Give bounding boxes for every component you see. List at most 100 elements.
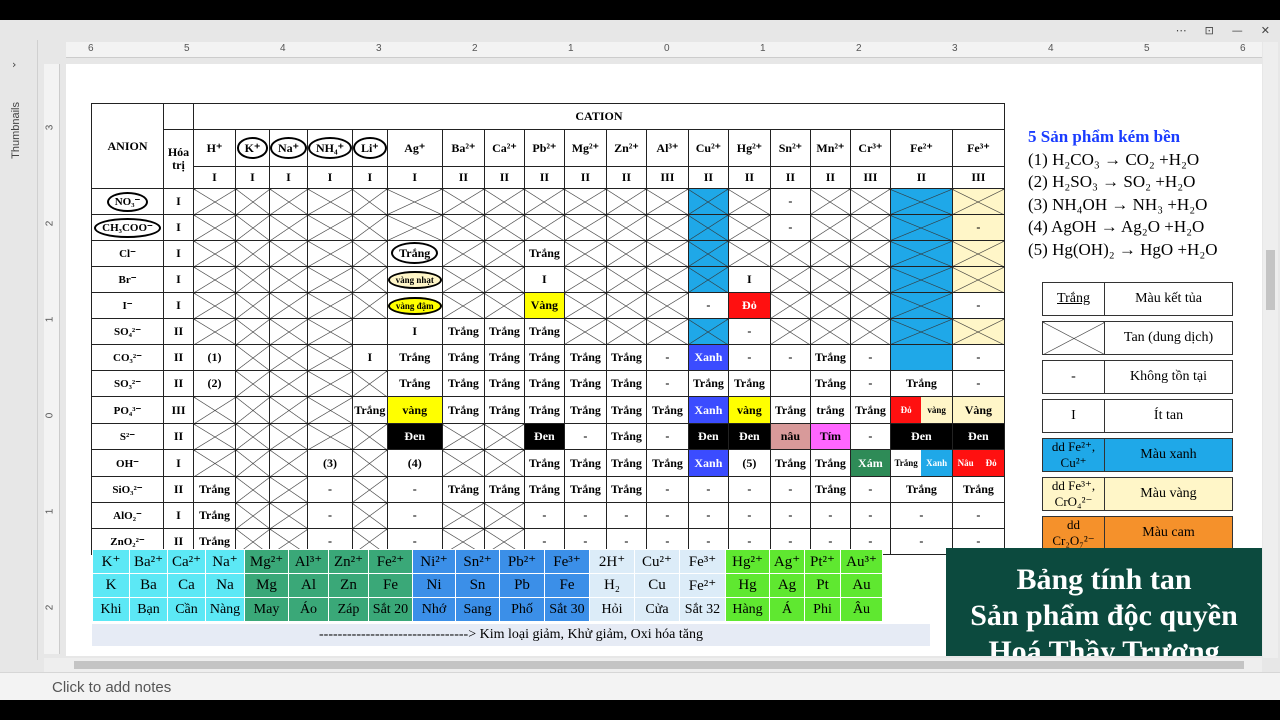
title-box: Bảng tính tan Sản phẩm độc quyền Hoá Thầ… (946, 548, 1262, 656)
table-cell (645, 188, 689, 215)
cell-value: Trắng (569, 482, 601, 496)
table-cell (307, 188, 353, 215)
product-item: (1) H₂CO₃ → CO₂ +H₂O (1028, 149, 1200, 169)
cell-value: - (788, 350, 793, 364)
cell-value: Trắng (528, 246, 560, 260)
table-cell: - (849, 423, 891, 450)
series-cell: Fe³⁺ (679, 549, 726, 574)
table-cell (441, 214, 485, 241)
cell-value: Trắng (488, 482, 520, 496)
anion-valence: I (163, 266, 194, 293)
cell-value: Trắng (198, 508, 231, 522)
cation-label: Ag⁺ (404, 140, 426, 155)
cation-valence: II (523, 166, 565, 189)
cell-value: - (706, 298, 711, 312)
table-cell (351, 214, 388, 241)
ruler-tick: 4 (1048, 43, 1054, 54)
series-cell: Ni²⁺ (412, 549, 456, 574)
cation-header: CATION (193, 103, 1005, 130)
cell-value: (5) (742, 455, 757, 470)
table-cell (351, 502, 388, 529)
table-cell: I (727, 266, 771, 293)
ruler-tick: 5 (1144, 43, 1150, 54)
more-icon[interactable]: ⋯ (1176, 24, 1187, 37)
series-cell: Sắt 32 (679, 597, 726, 622)
anion-label: AlO₂⁻ (91, 502, 164, 529)
anion-text: CO₃²⁻ (113, 352, 142, 364)
series-cell: Mg (244, 573, 289, 598)
cell-value: vàng (402, 402, 428, 417)
table-cell: Trắng (727, 370, 771, 397)
series-cell: Zn²⁺ (328, 549, 369, 574)
legend-table: Trắng Màu kết tủa Tan (dung dịch) - Không tồ… (1042, 282, 1233, 550)
cell-value: Vàng (530, 298, 559, 312)
close-icon[interactable]: ✕ (1261, 24, 1270, 37)
ruler-tick: 1 (44, 508, 56, 515)
thumbnails-label[interactable]: Thumbnails (10, 102, 22, 159)
table-cell (193, 423, 236, 450)
cell-value: Đen (534, 429, 555, 443)
table-cell: Trắng (523, 476, 565, 503)
scroll-thumb[interactable] (1266, 250, 1275, 310)
table-cell: Đen (889, 423, 953, 450)
cation-label: Pb²⁺ (532, 140, 557, 155)
ruler-tick: 3 (376, 43, 382, 54)
series-cell: Ba (129, 573, 168, 598)
chevron-right-icon[interactable]: › (12, 58, 16, 71)
table-cell: Đen (523, 423, 565, 450)
series-row: K⁺ Ba²⁺ Ca²⁺ Na⁺ Mg²⁺ Al³⁺ Zn²⁺ Fe²⁺ Ni²⁺ Sn²⁺ Pb²… (92, 549, 883, 574)
series-cell: Na⁺ (205, 549, 245, 574)
series-cell: Sắt 20 (368, 597, 413, 622)
table-cell: Trắng (563, 449, 607, 477)
table-cell: Trắng (809, 344, 851, 371)
anion-label: Cl⁻ (91, 240, 164, 267)
table-cell (307, 292, 353, 319)
notes-placeholder[interactable]: Click to add notes (52, 679, 171, 696)
table-cell: Trắng (441, 318, 485, 345)
table-cell: (1) (193, 344, 236, 371)
table-cell (269, 240, 308, 267)
table-cell: Nâu Đỏ (951, 449, 1005, 477)
slide-canvas[interactable]: ANION CATION Hóa trị H⁺ K⁺ Na⁺ NH₄⁺ Li⁺ Ag⁺ Ba²⁺ C… (66, 64, 1262, 656)
title-line-1: Bảng tính tan (1016, 563, 1192, 596)
table-cell (269, 344, 308, 371)
table-cell (809, 188, 851, 215)
table-cell: - (645, 502, 689, 529)
vertical-scrollbar[interactable] (1263, 42, 1278, 658)
cell-value: - (788, 194, 793, 208)
table-cell: Đen (386, 423, 443, 450)
anion-header: ANION (91, 103, 164, 189)
table-cell (809, 318, 851, 345)
minimize-icon[interactable]: — (1232, 24, 1243, 37)
cell-value: Trắng (528, 482, 560, 496)
products-title: 5 Sản phẩm kém bền (1028, 127, 1181, 146)
cation-6: Ba²⁺ (441, 129, 485, 167)
table-cell (523, 214, 565, 241)
restore-icon[interactable]: ⊡ (1205, 24, 1214, 37)
scroll-thumb[interactable] (74, 661, 1244, 669)
table-cell: vàng (727, 396, 771, 424)
cell-value: Trắng (854, 402, 886, 417)
table-cell (769, 266, 811, 293)
series-cell: Fe³⁺ (544, 549, 590, 574)
ruler-tick: 1 (44, 316, 56, 323)
cation-valence: I (307, 166, 353, 189)
series-cell: Sn (455, 573, 500, 598)
anion-label: SiO₃²⁻ (91, 476, 164, 503)
cell-value: - (868, 534, 873, 548)
notes-pane[interactable]: Click to add notes (0, 672, 1280, 700)
table-cell: - (769, 476, 811, 503)
cell-value: - (412, 508, 417, 522)
table-cell: Trắng (605, 423, 647, 450)
cation-valence: III (645, 166, 689, 189)
horizontal-scrollbar[interactable] (44, 658, 1262, 672)
cell-value: Trắng (447, 376, 479, 390)
cell-value: Trắng (447, 402, 479, 417)
thumbnails-pane[interactable]: › Thumbnails (0, 40, 38, 660)
legend-row: dd Fe²⁺, Cu²⁺ Màu xanh (1042, 438, 1233, 472)
cell-value: (4) (407, 455, 422, 470)
table-cell: - (951, 502, 1005, 529)
cation-5: Ag⁺ (386, 129, 443, 167)
table-cell (483, 214, 525, 241)
series-row: K Ba Ca Na Mg Al Zn Fe Ni Sn Pb Fe H₂ Cu Fe²⁺ Hg Ag Pt Au (92, 573, 883, 598)
